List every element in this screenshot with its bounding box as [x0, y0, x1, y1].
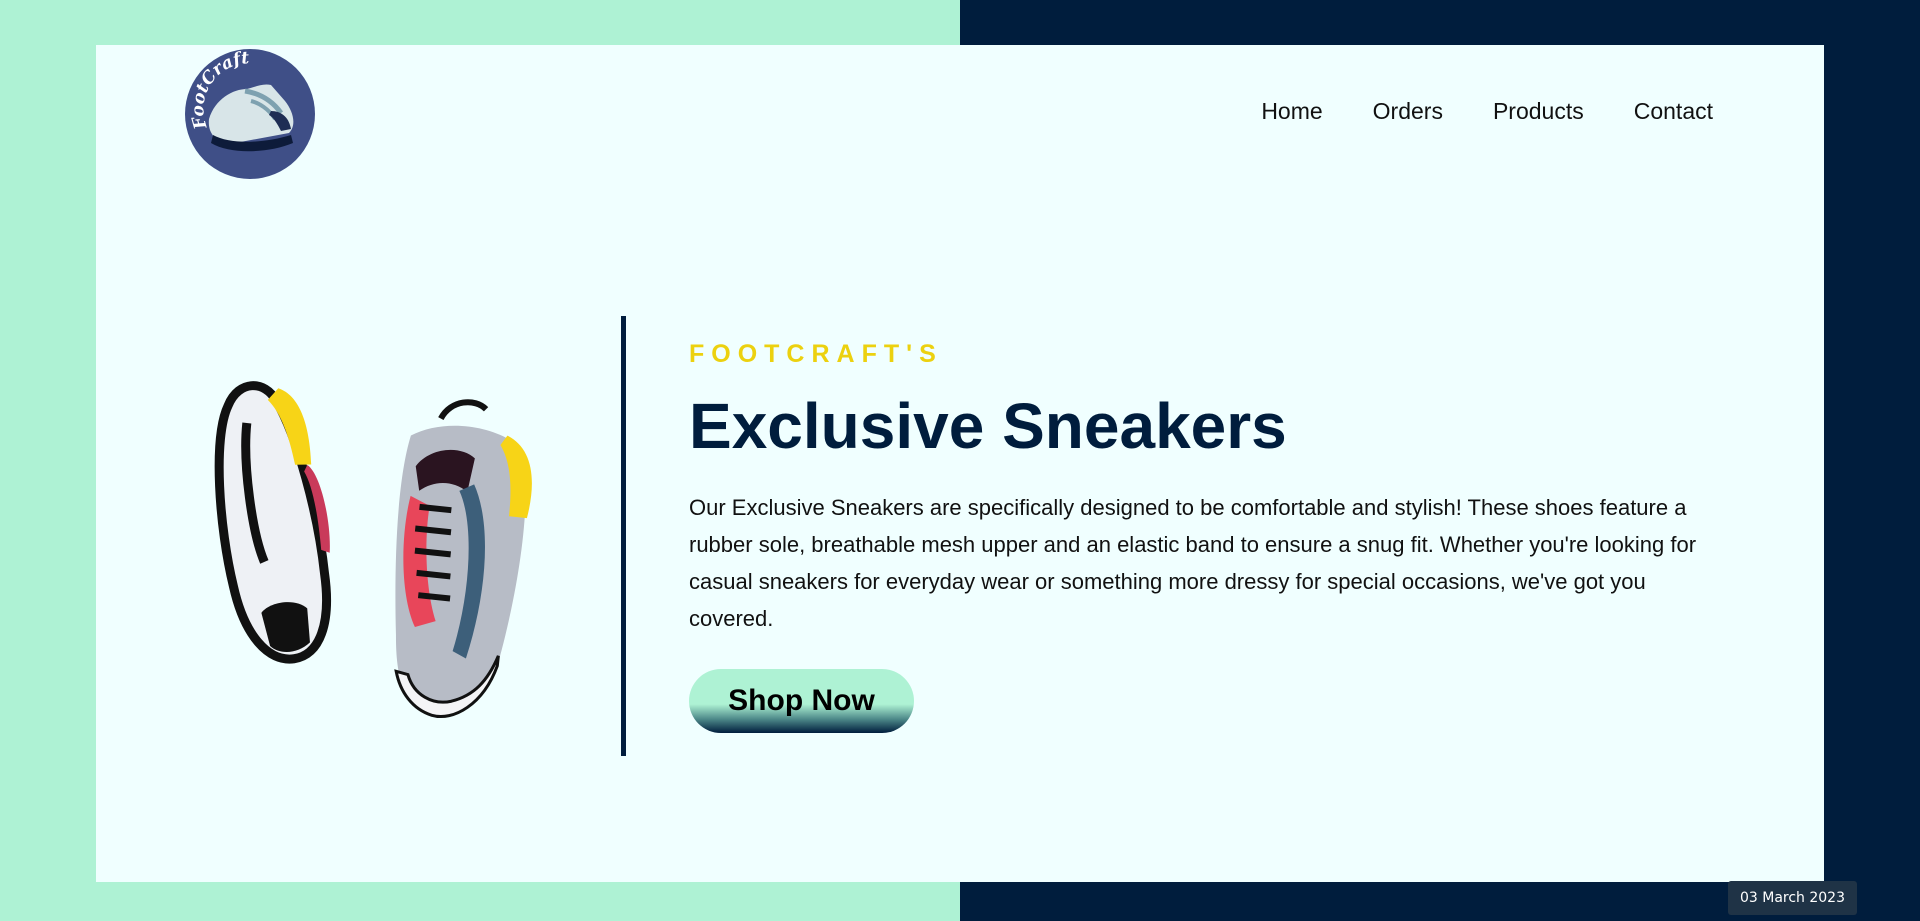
hero-content: FOOTCRAFT'S Exclusive Sneakers Our Exclu…	[689, 340, 1729, 734]
hero-description: Our Exclusive Sneakers are specifically …	[689, 495, 1697, 632]
shop-now-button[interactable]: Shop Now	[689, 669, 914, 734]
hero-eyebrow: FOOTCRAFT'S	[689, 340, 943, 368]
taskbar-date[interactable]: 03 March 2023	[1727, 881, 1857, 915]
sneakers-pair-image	[206, 360, 546, 760]
hero-card: FootCraft Home Orders Products Contact F…	[96, 45, 1824, 882]
nav-orders[interactable]: Orders	[1373, 98, 1443, 125]
nav-contact[interactable]: Contact	[1634, 98, 1713, 125]
hero-title: Exclusive Sneakers	[689, 390, 1287, 462]
nav-products[interactable]: Products	[1493, 98, 1584, 125]
nav-home[interactable]: Home	[1261, 98, 1322, 125]
sneaker-logo-icon: FootCraft	[185, 49, 315, 179]
footcraft-logo[interactable]: FootCraft	[185, 49, 315, 179]
main-nav: Home Orders Products Contact	[1261, 98, 1713, 125]
vertical-divider	[621, 316, 626, 756]
